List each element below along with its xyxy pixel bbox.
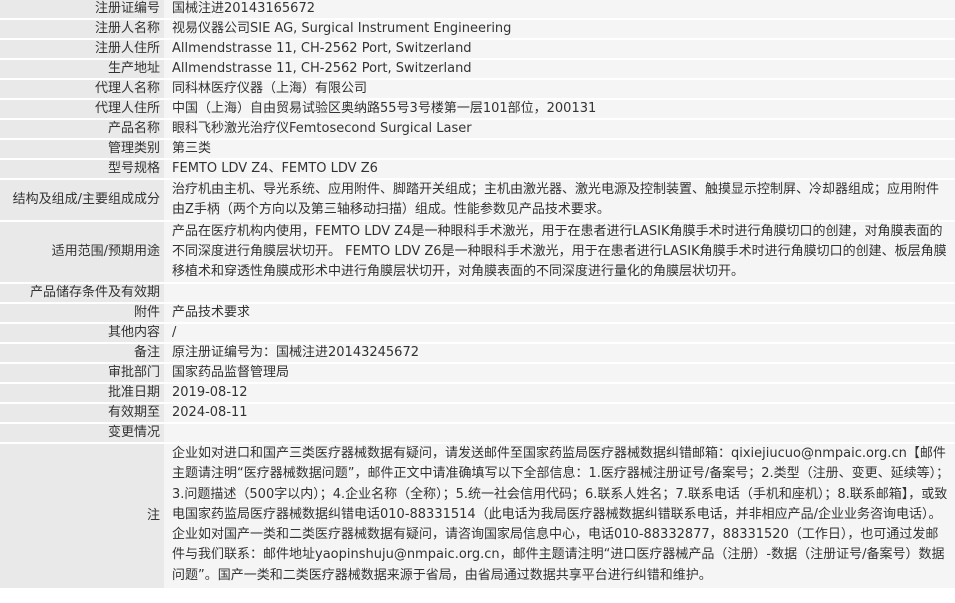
field-label: 产品名称 (0, 120, 164, 138)
row-structure-composition: 结构及组成/主要组成成分 治疗机由主机、导光系统、应用附件、脚踏开关组成；主机由… (0, 180, 955, 220)
row-registration-number: 注册证编号 国械注进20143165672 (0, 0, 955, 18)
row-other-content: 其他内容 / (0, 324, 955, 342)
field-label: 批准日期 (0, 384, 164, 402)
field-value: 中国（上海）自由贸易试验区奥纳路55号3号楼第一层101部位，200131 (164, 100, 955, 118)
field-value: 原注册证编号为：国械注进20143245672 (164, 344, 955, 362)
field-label: 其他内容 (0, 324, 164, 342)
row-management-category: 管理类别 第三类 (0, 140, 955, 158)
row-registrant-address: 注册人住所 Allmendstrasse 11, CH-2562 Port, S… (0, 40, 955, 58)
field-value (164, 424, 955, 442)
field-value: 同科林医疗仪器（上海）有限公司 (164, 80, 955, 98)
field-label: 代理人名称 (0, 80, 164, 98)
field-label: 备注 (0, 344, 164, 362)
field-label: 管理类别 (0, 140, 164, 158)
row-change-status: 变更情况 (0, 424, 955, 442)
field-value: Allmendstrasse 11, CH-2562 Port, Switzer… (164, 40, 955, 58)
field-value: 治疗机由主机、导光系统、应用附件、脚踏开关组成；主机由激光器、激光电源及控制装置… (164, 180, 955, 220)
field-value: / (164, 324, 955, 342)
field-label: 生产地址 (0, 60, 164, 78)
field-value (164, 284, 955, 302)
field-value: 国家药品监督管理局 (164, 364, 955, 382)
field-value: 眼科飞秒激光治疗仪Femtosecond Surgical Laser (164, 120, 955, 138)
field-label: 附件 (0, 304, 164, 322)
row-registrant-name: 注册人名称 视易仪器公司SIE AG, Surgical Instrument … (0, 20, 955, 38)
row-agent-address: 代理人住所 中国（上海）自由贸易试验区奥纳路55号3号楼第一层101部位，200… (0, 100, 955, 118)
field-label: 审批部门 (0, 364, 164, 382)
field-value: Allmendstrasse 11, CH-2562 Port, Switzer… (164, 60, 955, 78)
row-approval-date: 批准日期 2019-08-12 (0, 384, 955, 402)
field-label: 代理人住所 (0, 100, 164, 118)
row-product-name: 产品名称 眼科飞秒激光治疗仪Femtosecond Surgical Laser (0, 120, 955, 138)
field-label: 注册人住所 (0, 40, 164, 58)
row-agent-name: 代理人名称 同科林医疗仪器（上海）有限公司 (0, 80, 955, 98)
field-value: 2019-08-12 (164, 384, 955, 402)
field-value: 视易仪器公司SIE AG, Surgical Instrument Engine… (164, 20, 955, 38)
field-label: 有效期至 (0, 404, 164, 422)
row-production-address: 生产地址 Allmendstrasse 11, CH-2562 Port, Sw… (0, 60, 955, 78)
row-remarks: 备注 原注册证编号为：国械注进20143245672 (0, 344, 955, 362)
row-attachment: 附件 产品技术要求 (0, 304, 955, 322)
row-expiry-date: 有效期至 2024-08-11 (0, 404, 955, 422)
field-label: 适用范围/预期用途 (0, 222, 164, 282)
field-value: 第三类 (164, 140, 955, 158)
field-value: 2024-08-11 (164, 404, 955, 422)
field-label: 结构及组成/主要组成成分 (0, 180, 164, 220)
field-label: 注册人名称 (0, 20, 164, 38)
field-label: 型号规格 (0, 160, 164, 178)
field-value: 产品技术要求 (164, 304, 955, 322)
note-label: 注 (0, 444, 164, 589)
row-model-spec: 型号规格 FEMTO LDV Z4、FEMTO LDV Z6 (0, 160, 955, 178)
row-intended-use: 适用范围/预期用途 产品在医疗机构内使用，FEMTO LDV Z4是一种眼科手术… (0, 222, 955, 282)
field-label: 产品储存条件及有效期 (0, 284, 164, 302)
note-text: 企业如对进口和国产三类医疗器械数据有疑问，请发送邮件至国家药监局医疗器械数据纠错… (164, 444, 955, 589)
registration-table: 注册证编号 国械注进20143165672 注册人名称 视易仪器公司SIE AG… (0, 0, 955, 590)
row-note: 注 企业如对进口和国产三类医疗器械数据有疑问，请发送邮件至国家药监局医疗器械数据… (0, 444, 955, 589)
field-value: 产品在医疗机构内使用，FEMTO LDV Z4是一种眼科手术激光，用于在患者进行… (164, 222, 955, 282)
field-value: 国械注进20143165672 (164, 0, 955, 18)
field-label: 变更情况 (0, 424, 164, 442)
field-value: FEMTO LDV Z4、FEMTO LDV Z6 (164, 160, 955, 178)
field-label: 注册证编号 (0, 0, 164, 18)
row-approval-dept: 审批部门 国家药品监督管理局 (0, 364, 955, 382)
row-storage-validity: 产品储存条件及有效期 (0, 284, 955, 302)
